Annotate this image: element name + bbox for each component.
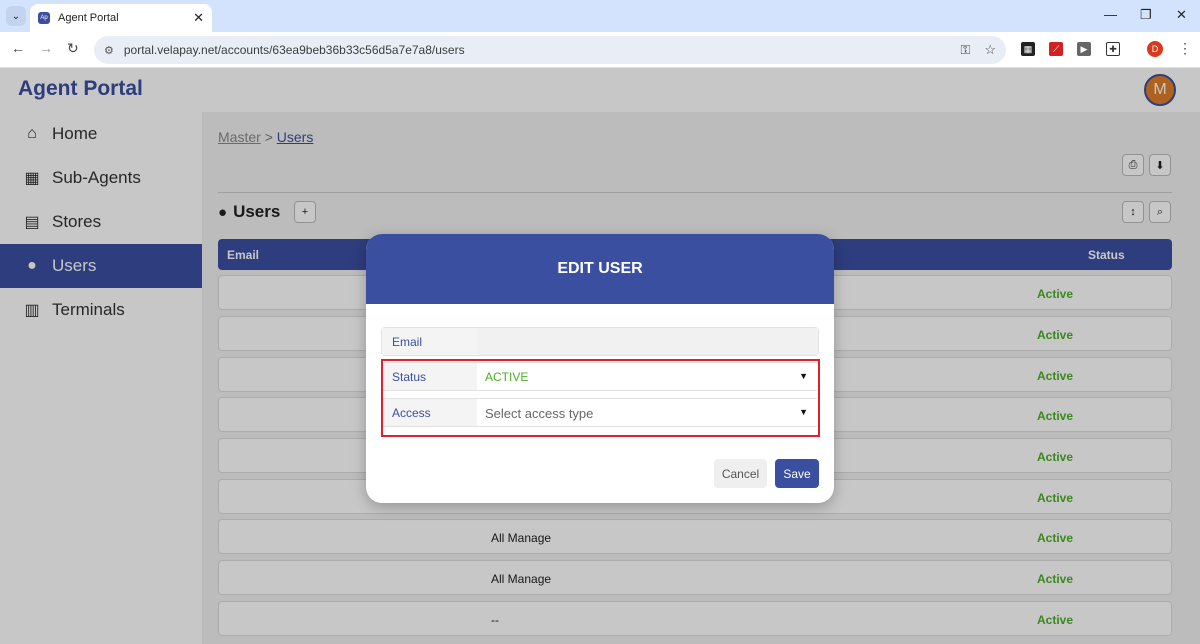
browser-toolbar: ← → ↻ ⚙ portal.velapay.net/accounts/63ea… [0, 32, 1200, 68]
email-input[interactable] [477, 328, 818, 355]
back-icon[interactable]: ← [11, 40, 25, 56]
close-icon[interactable]: ✕ [193, 10, 204, 26]
tab-title: Agent Portal [58, 12, 119, 24]
minimize-icon[interactable]: — [1104, 7, 1117, 22]
extensions-puzzle-icon[interactable]: ✚ [1106, 42, 1120, 56]
email-label: Email [382, 328, 477, 355]
dialog-header: EDIT USER [366, 234, 834, 304]
window-close-icon[interactable]: ✕ [1176, 7, 1187, 23]
forward-icon[interactable]: → [39, 40, 53, 56]
site-settings-icon[interactable]: ⚙ [104, 44, 114, 57]
profile-avatar[interactable]: D [1147, 41, 1163, 57]
restore-icon[interactable]: ❐ [1140, 7, 1152, 23]
save-button[interactable]: Save [775, 459, 819, 488]
browser-tab[interactable]: Ap Agent Portal ✕ [30, 4, 212, 32]
edit-user-dialog: EDIT USER Email Status ACTIVE ▼ Access S… [366, 234, 834, 503]
tab-search-chevron-icon[interactable]: ⌄ [6, 6, 26, 26]
email-field: Email [381, 327, 819, 356]
extension-icon[interactable]: ▦ [1021, 42, 1035, 56]
browser-menu-icon[interactable]: ⋮ [1178, 40, 1192, 57]
pdf-extension-icon[interactable]: ⟋ [1049, 42, 1063, 56]
reload-icon[interactable]: ↻ [67, 40, 79, 57]
password-key-icon[interactable]: ⚿ [960, 42, 970, 58]
bookmark-star-icon[interactable]: ☆ [984, 42, 996, 58]
browser-tabstrip: ⌄ Ap Agent Portal ✕ — ❐ ✕ [0, 0, 1200, 32]
url-text: portal.velapay.net/accounts/63ea9beb36b3… [123, 43, 465, 57]
video-extension-icon[interactable]: ▶ [1077, 42, 1091, 56]
address-bar[interactable]: ⚙ portal.velapay.net/accounts/63ea9beb36… [94, 36, 1006, 64]
highlight-box [381, 359, 820, 437]
dialog-title: EDIT USER [557, 260, 643, 277]
cancel-button[interactable]: Cancel [714, 459, 767, 488]
favicon-icon: Ap [38, 12, 50, 24]
